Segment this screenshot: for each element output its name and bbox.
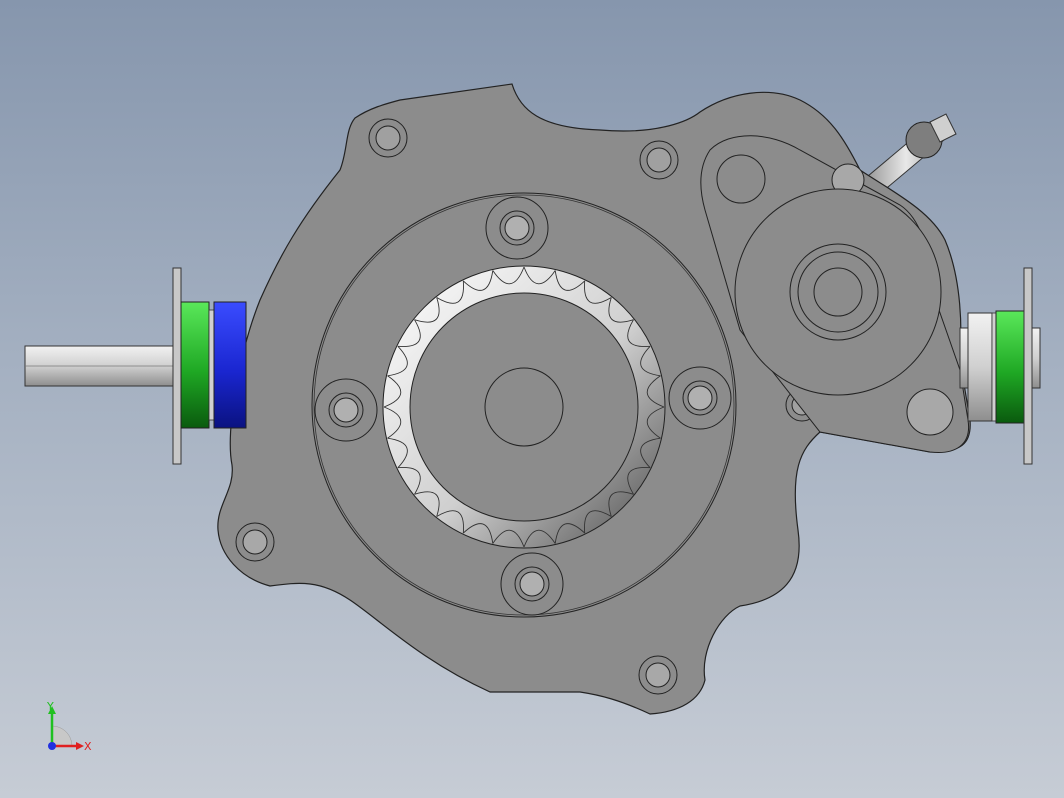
vent-plug[interactable]: [867, 113, 957, 193]
coordinate-triad: Y X: [46, 700, 92, 753]
x-axis-label: X: [84, 740, 92, 753]
input-shaft-left[interactable]: [24, 267, 247, 465]
y-axis-label: Y: [46, 700, 54, 713]
internal-gear-ring[interactable]: [382, 265, 666, 549]
graphics-viewport[interactable]: Y X: [0, 0, 1064, 798]
output-shaft-right[interactable]: [959, 267, 1041, 465]
gearbox-model[interactable]: [0, 0, 1064, 798]
z-axis-dot: [48, 742, 56, 750]
x-axis-arrow: [76, 742, 84, 750]
triad-plane: [51, 725, 73, 747]
